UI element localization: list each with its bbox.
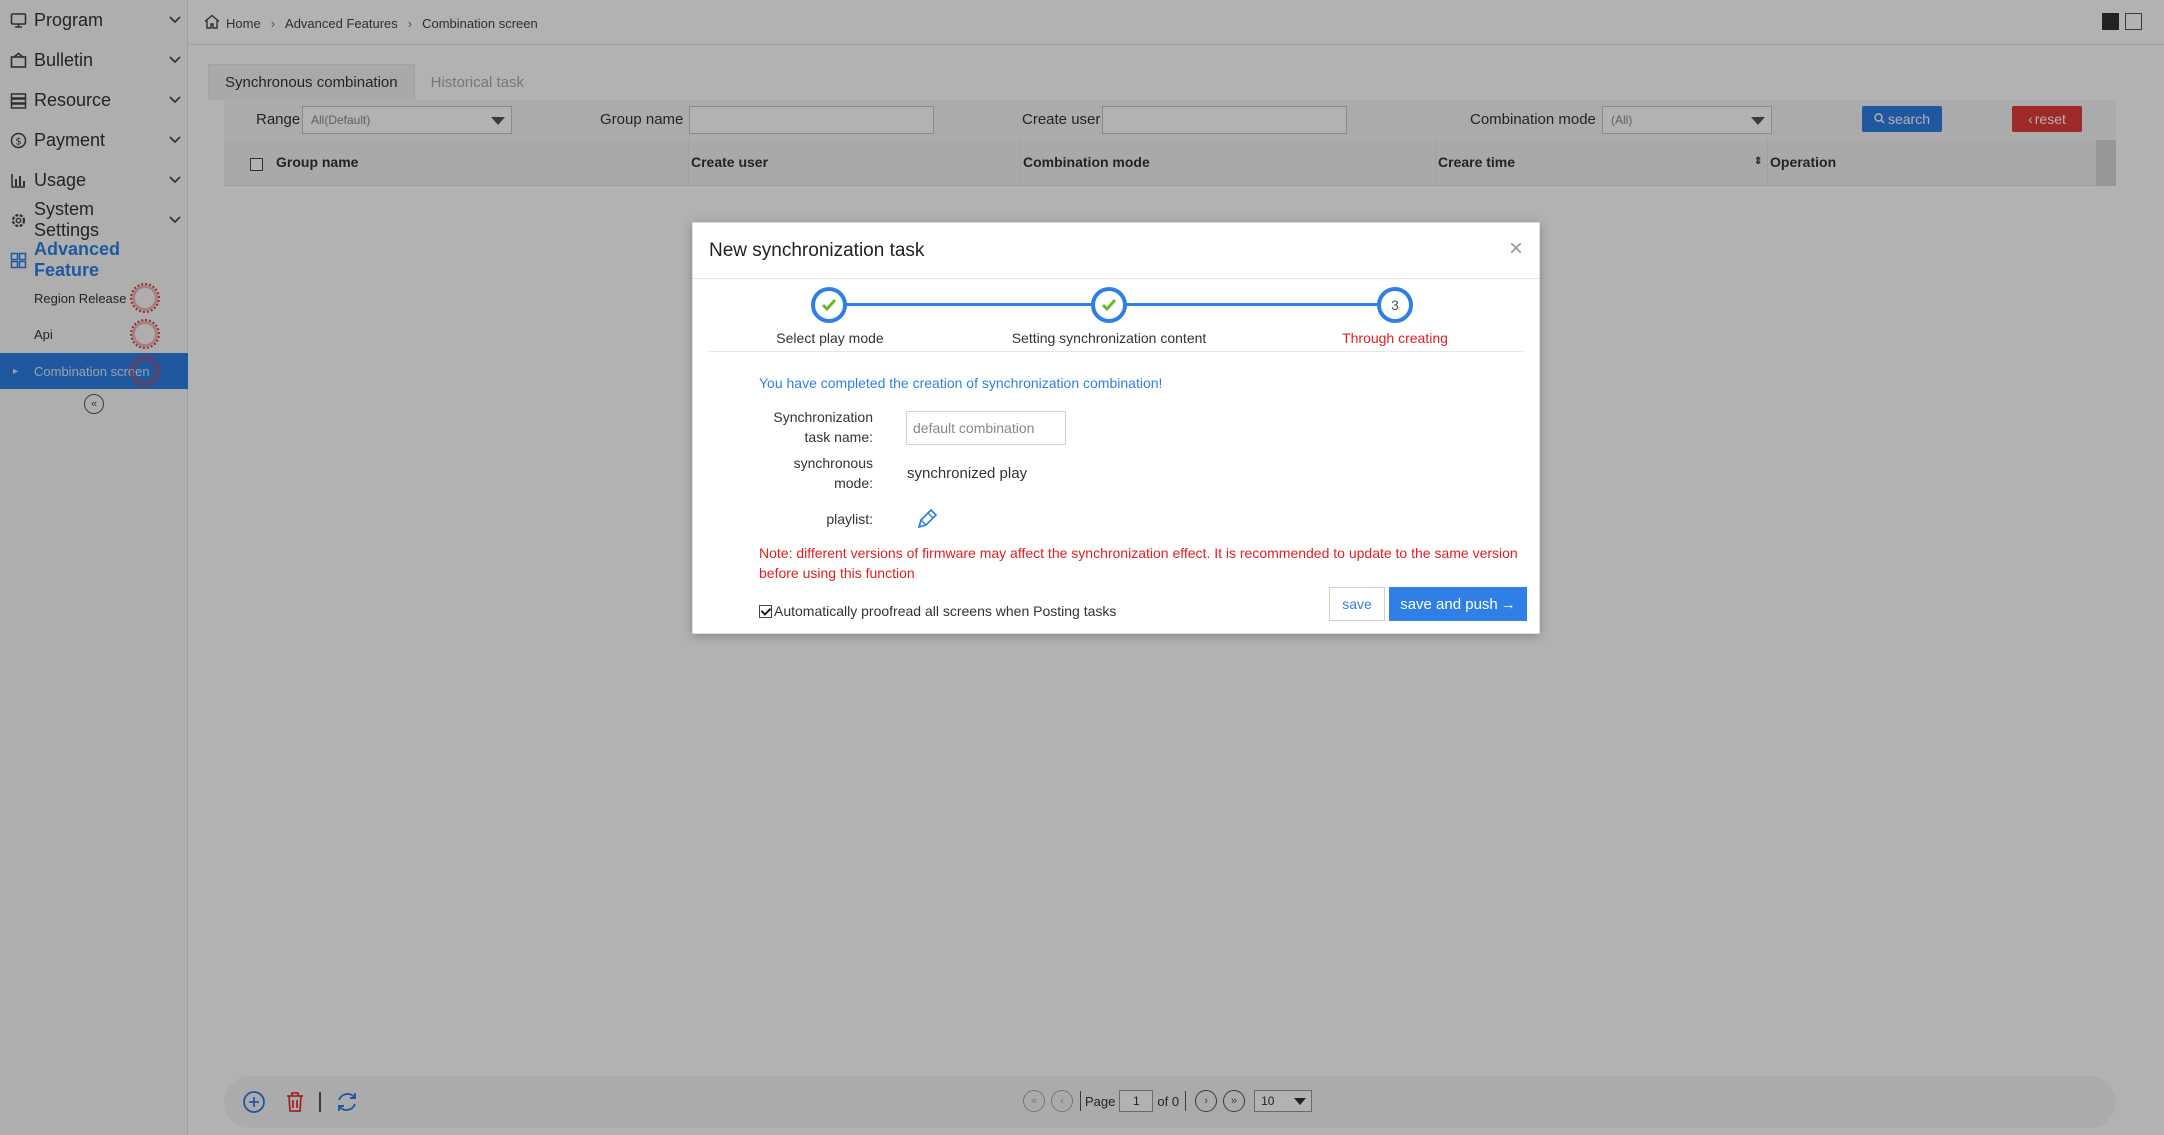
auto-proofread-label: Automatically proofread all screens when…	[774, 603, 1117, 619]
dialog-title: New synchronization task	[709, 240, 925, 261]
step-1-label: Select play mode	[776, 330, 884, 346]
stepper-divider	[709, 351, 1523, 352]
playlist-label: playlist:	[826, 511, 873, 527]
step-2-label: Setting synchronization content	[1011, 330, 1207, 346]
task-name-label-line: Synchronization	[773, 409, 873, 425]
firmware-note: Note: different versions of firmware may…	[759, 545, 1518, 581]
sync-mode-label: synchronous mode:	[733, 453, 873, 493]
new-sync-task-dialog: New synchronization task × 3 Select play…	[692, 222, 1540, 634]
step-3-label: Through creating	[1342, 330, 1448, 346]
sync-mode-label-line: synchronous	[793, 455, 873, 471]
task-name-label: Synchronization task name:	[733, 407, 873, 447]
sync-mode-value: synchronized play	[907, 465, 1028, 482]
dialog-header: New synchronization task ×	[693, 223, 1539, 279]
close-icon[interactable]: ×	[1509, 237, 1523, 261]
edit-pencil-icon[interactable]	[913, 507, 939, 533]
step-1-check-icon	[811, 287, 847, 323]
save-and-push-button[interactable]: save and push →	[1389, 587, 1527, 621]
task-name-input[interactable]: default combination	[906, 411, 1066, 445]
save-and-push-label: save and push	[1400, 595, 1498, 613]
sync-mode-label-line: mode:	[834, 475, 873, 491]
completion-message: You have completed the creation of synch…	[759, 375, 1163, 391]
save-button[interactable]: save	[1329, 587, 1385, 621]
task-name-label-line: task name:	[804, 429, 873, 445]
arrow-right-icon: →	[1500, 595, 1516, 613]
auto-proofread-checkbox[interactable]: Automatically proofread all screens when…	[759, 603, 1116, 619]
step-3-number: 3	[1377, 287, 1413, 323]
step-2-check-icon	[1091, 287, 1127, 323]
checkbox-checked-icon[interactable]	[759, 604, 772, 618]
